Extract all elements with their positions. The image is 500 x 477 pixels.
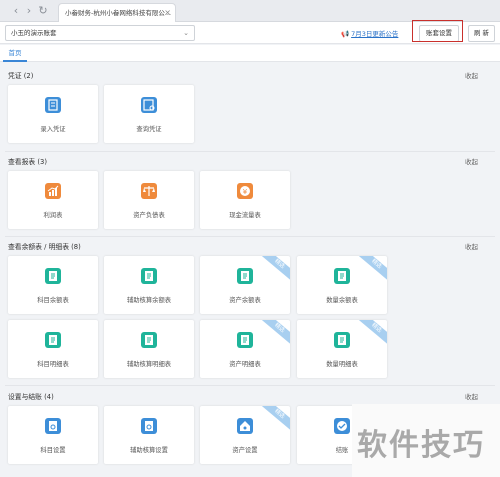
shortcut-card-label: 现金流量表 <box>229 212 261 219</box>
forward-icon[interactable]: › <box>23 4 35 18</box>
ledger-icon <box>237 268 253 284</box>
ledger-icon <box>237 332 253 348</box>
shortcut-card-label: 科目明细表 <box>37 361 69 368</box>
back-icon[interactable]: ‹ <box>10 4 22 18</box>
ledger-icon <box>45 268 61 284</box>
shortcut-card[interactable]: 辅助核算明细表 <box>104 320 194 378</box>
featured-ribbon: 精选 <box>353 256 387 285</box>
section-divider <box>5 385 495 386</box>
tab-home[interactable]: 首页 <box>3 45 27 62</box>
shortcut-card-label: 辅助核算明细表 <box>126 361 172 368</box>
settings-highlight-box <box>412 20 463 42</box>
shortcut-card-label: 科目余额表 <box>37 297 69 304</box>
browser-tab[interactable]: 小畚财务-杭州小畚网络科技有限公... × <box>58 3 176 22</box>
svg-text:¥: ¥ <box>243 188 248 196</box>
collapse-link[interactable]: 收起 <box>465 391 478 401</box>
shortcut-card-label: 查询凭证 <box>136 126 162 133</box>
ledger-icon <box>45 332 61 348</box>
shortcut-card-label: 利润表 <box>43 212 63 219</box>
shortcut-card[interactable]: 科目明细表 <box>8 320 98 378</box>
profit-chart-icon <box>45 183 61 199</box>
shortcut-card[interactable]: 资产余额表 精选 <box>200 256 290 314</box>
section-divider <box>5 236 495 237</box>
closing-icon <box>334 418 350 434</box>
browser-tab-title: 小畚财务-杭州小畚网络科技有限公... <box>65 9 172 17</box>
close-icon[interactable]: × <box>164 4 171 22</box>
shortcut-card-label: 资产余额表 <box>229 297 261 304</box>
featured-ribbon: 精选 <box>256 256 290 285</box>
collapse-link[interactable]: 收起 <box>465 241 478 251</box>
shortcut-card[interactable]: 科目设置 <box>8 406 98 464</box>
shortcut-card[interactable]: 利润表 <box>8 171 98 229</box>
section-title-reports: 查看报表 (3) <box>8 158 47 166</box>
section-title-vouchers: 凭证 (2) <box>8 72 34 80</box>
featured-ribbon: 精选 <box>256 406 290 435</box>
shortcut-card[interactable]: 辅助核算余额表 <box>104 256 194 314</box>
shortcut-card-label: 资产设置 <box>232 447 258 454</box>
featured-ribbon: 精选 <box>353 320 387 349</box>
section-title-settings: 设置与结账 (4) <box>8 393 54 401</box>
balance-scale-icon <box>141 183 157 199</box>
cash-flow-icon: ¥ <box>237 183 253 199</box>
voucher-query-icon <box>141 97 157 113</box>
asset-settings-icon <box>237 418 253 434</box>
shortcut-card-label: 数量余额表 <box>326 297 358 304</box>
shortcut-card-label: 辅助核算余额表 <box>126 297 172 304</box>
ledger-icon <box>334 332 350 348</box>
shortcut-card[interactable]: 查询凭证 <box>104 85 194 143</box>
shortcut-card[interactable]: 数量明细表 精选 <box>297 320 387 378</box>
chevron-down-icon: ⌄ <box>183 29 189 37</box>
shortcut-card[interactable]: 资产负债表 <box>104 171 194 229</box>
ledger-icon <box>334 268 350 284</box>
ledger-icon <box>141 332 157 348</box>
shortcut-card-label: 录入凭证 <box>40 126 66 133</box>
update-notice-text: 7月3日更新公告 <box>351 30 399 38</box>
update-notice-link[interactable]: 📢 7月3日更新公告 <box>341 28 398 38</box>
shortcut-card[interactable]: ¥ 现金流量表 <box>200 171 290 229</box>
watermark-text: 软件技巧 <box>357 428 485 463</box>
voucher-entry-icon <box>45 97 61 113</box>
shortcut-card[interactable]: 资产明细表 精选 <box>200 320 290 378</box>
shortcut-card-label: 辅助核算设置 <box>130 447 168 454</box>
shortcut-card[interactable]: 数量余额表 精选 <box>297 256 387 314</box>
refresh-button[interactable]: 刷 新 <box>468 25 495 42</box>
settings-doc-icon <box>141 418 157 434</box>
account-select[interactable]: 小玉的演示账套 ⌄ <box>5 25 195 41</box>
shortcut-card-label: 数量明细表 <box>326 361 358 368</box>
section-title-balances: 查看余额表 / 明细表 (8) <box>8 243 81 251</box>
page-tabs: 首页 <box>0 45 500 62</box>
shortcut-card[interactable]: 资产设置 精选 <box>200 406 290 464</box>
account-select-value: 小玉的演示账套 <box>11 29 57 37</box>
shortcut-card-label: 资产负债表 <box>133 212 165 219</box>
ledger-icon <box>141 268 157 284</box>
collapse-link[interactable]: 收起 <box>465 156 478 166</box>
section-divider <box>5 151 495 152</box>
browser-tab-strip: ‹ › ↻ 小畚财务-杭州小畚网络科技有限公... × <box>0 0 500 22</box>
collapse-link[interactable]: 收起 <box>465 70 478 80</box>
shortcut-card-label: 资产明细表 <box>229 361 261 368</box>
featured-ribbon: 精选 <box>256 320 290 349</box>
settings-doc-icon <box>45 418 61 434</box>
shortcut-card-label: 科目设置 <box>40 447 66 454</box>
shortcut-card[interactable]: 录入凭证 <box>8 85 98 143</box>
reload-icon[interactable]: ↻ <box>37 4 49 18</box>
megaphone-icon: 📢 <box>341 30 350 38</box>
shortcut-card[interactable]: 辅助核算设置 <box>104 406 194 464</box>
shortcut-card[interactable]: 科目余额表 <box>8 256 98 314</box>
